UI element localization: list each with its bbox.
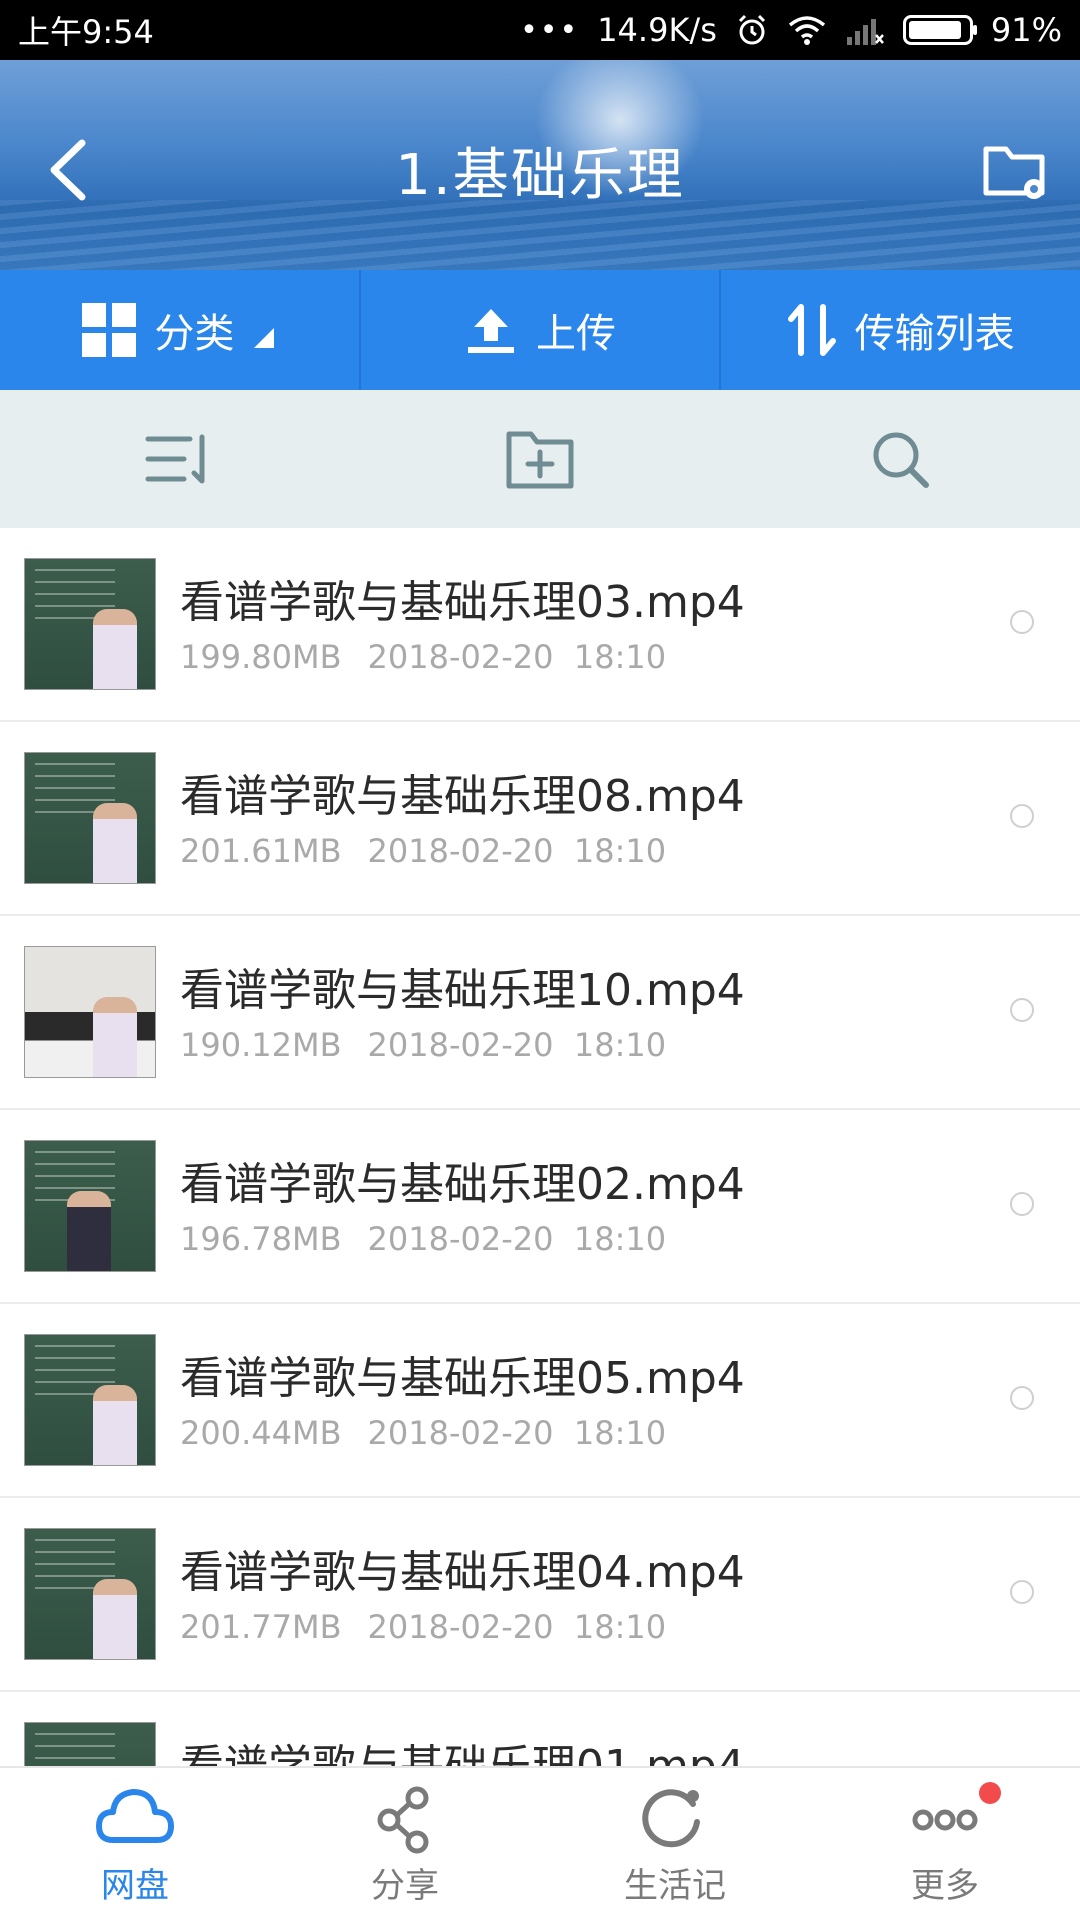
file-row[interactable]: 看谱学歌与基础乐理04.mp4 201.77MB 2018-02-20 18:1… — [0, 1498, 1080, 1692]
transfer-arrows-icon — [787, 304, 836, 356]
file-date: 2018-02-20 18:10 — [367, 1026, 667, 1064]
nav-label: 更多 — [911, 1865, 979, 1906]
network-speed: 14.9K/s — [597, 11, 717, 49]
more-icon — [912, 1809, 978, 1830]
file-name: 看谱学歌与基础乐理01.mp4 — [180, 1741, 745, 1768]
file-date: 2018-02-20 18:10 — [367, 1220, 667, 1258]
file-meta: 201.77MB 2018-02-20 18:10 — [180, 1608, 666, 1646]
status-time: 上午9:54 — [18, 13, 154, 51]
share-icon — [377, 1786, 429, 1853]
bottom-nav: 网盘 分享 生活记 更多 — [0, 1766, 1080, 1920]
file-row[interactable]: 看谱学歌与基础乐理01.mp4 — [0, 1692, 1080, 1768]
upload-icon — [468, 309, 514, 353]
notification-badge — [979, 1782, 1001, 1804]
video-thumbnail — [24, 752, 156, 884]
video-thumbnail — [24, 946, 156, 1078]
video-thumbnail — [24, 1140, 156, 1272]
battery-icon — [902, 15, 977, 45]
file-date: 2018-02-20 18:10 — [367, 1608, 667, 1646]
search-icon — [873, 432, 929, 488]
cloud-icon — [96, 1788, 174, 1843]
video-thumbnail — [24, 1528, 156, 1660]
dropdown-triangle-icon — [254, 328, 275, 348]
file-row[interactable]: 看谱学歌与基础乐理08.mp4 201.61MB 2018-02-20 18:1… — [0, 722, 1080, 916]
transfer-label: 传输列表 — [854, 311, 1015, 357]
alarm-icon — [738, 14, 765, 45]
status-right: ••• 14.9K/s 91% — [520, 11, 1062, 49]
file-size: 190.12MB — [180, 1026, 342, 1064]
file-size: 199.80MB — [180, 638, 342, 676]
nav-item-life[interactable]: 生活记 — [540, 1768, 810, 1920]
file-list: 看谱学歌与基础乐理03.mp4 199.80MB 2018-02-20 18:1… — [0, 528, 1080, 1768]
nav-item-more[interactable]: 更多 — [810, 1768, 1080, 1920]
folder-settings-icon[interactable] — [980, 135, 1050, 205]
file-row[interactable]: 看谱学歌与基础乐理03.mp4 199.80MB 2018-02-20 18:1… — [0, 528, 1080, 722]
nav-label: 分享 — [371, 1865, 439, 1906]
sort-button[interactable] — [140, 419, 220, 499]
new-folder-button[interactable] — [500, 419, 580, 499]
file-name: 看谱学歌与基础乐理10.mp4 — [180, 965, 745, 1016]
file-row[interactable]: 看谱学歌与基础乐理02.mp4 196.78MB 2018-02-20 18:1… — [0, 1110, 1080, 1304]
page-title: 1.基础乐理 — [395, 143, 685, 208]
nav-item-share[interactable]: 分享 — [270, 1768, 540, 1920]
transfer-list-button[interactable]: 传输列表 — [721, 270, 1080, 390]
life-icon — [642, 1788, 700, 1847]
file-size: 201.77MB — [180, 1608, 342, 1646]
file-row[interactable]: 看谱学歌与基础乐理05.mp4 200.44MB 2018-02-20 18:1… — [0, 1304, 1080, 1498]
file-date: 2018-02-20 18:10 — [367, 638, 667, 676]
file-size: 201.61MB — [180, 832, 342, 870]
status-dots: ••• — [520, 12, 580, 48]
select-radio[interactable] — [1010, 998, 1034, 1022]
select-radio[interactable] — [1010, 1580, 1034, 1604]
file-name: 看谱学歌与基础乐理05.mp4 — [180, 1353, 745, 1404]
file-name: 看谱学歌与基础乐理03.mp4 — [180, 577, 745, 628]
file-name: 看谱学歌与基础乐理02.mp4 — [180, 1159, 745, 1210]
category-button[interactable]: 分类 — [0, 270, 361, 390]
nav-label: 生活记 — [624, 1865, 726, 1906]
file-meta: 200.44MB 2018-02-20 18:10 — [180, 1414, 666, 1452]
sort-icon — [145, 434, 205, 484]
file-name: 看谱学歌与基础乐理08.mp4 — [180, 771, 745, 822]
file-meta: 196.78MB 2018-02-20 18:10 — [180, 1220, 666, 1258]
select-radio[interactable] — [1010, 804, 1034, 828]
new-folder-icon — [506, 431, 574, 489]
file-date: 2018-02-20 18:10 — [367, 1414, 667, 1452]
select-radio[interactable] — [1010, 1192, 1034, 1216]
video-thumbnail — [24, 1334, 156, 1466]
signal-icon — [846, 19, 884, 45]
file-date: 2018-02-20 18:10 — [367, 832, 667, 870]
video-thumbnail — [24, 1722, 156, 1768]
file-row[interactable]: 看谱学歌与基础乐理10.mp4 190.12MB 2018-02-20 18:1… — [0, 916, 1080, 1110]
file-size: 196.78MB — [180, 1220, 342, 1258]
category-bar: 分类 上传 传输列表 — [0, 270, 1080, 390]
video-thumbnail — [24, 558, 156, 690]
file-size: 200.44MB — [180, 1414, 342, 1452]
file-meta: 199.80MB 2018-02-20 18:10 — [180, 638, 666, 676]
file-name: 看谱学歌与基础乐理04.mp4 — [180, 1547, 745, 1598]
search-button[interactable] — [860, 419, 940, 499]
select-radio[interactable] — [1010, 610, 1034, 634]
nav-label: 网盘 — [101, 1865, 169, 1906]
file-meta: 201.61MB 2018-02-20 18:10 — [180, 832, 666, 870]
upload-label: 上传 — [536, 311, 616, 357]
toolbar — [0, 390, 1080, 528]
status-bar: 上午9:54 ••• 14.9K/s 91% — [0, 0, 1080, 60]
battery-percent: 91% — [990, 11, 1062, 49]
grid-icon — [82, 303, 137, 357]
category-label: 分类 — [154, 311, 235, 357]
select-radio[interactable] — [1010, 1386, 1034, 1410]
file-meta: 190.12MB 2018-02-20 18:10 — [180, 1026, 666, 1064]
header: 1.基础乐理 — [0, 60, 1080, 270]
upload-button[interactable]: 上传 — [361, 270, 722, 390]
wifi-icon — [788, 16, 825, 45]
nav-item-netdisk[interactable]: 网盘 — [0, 1768, 270, 1920]
